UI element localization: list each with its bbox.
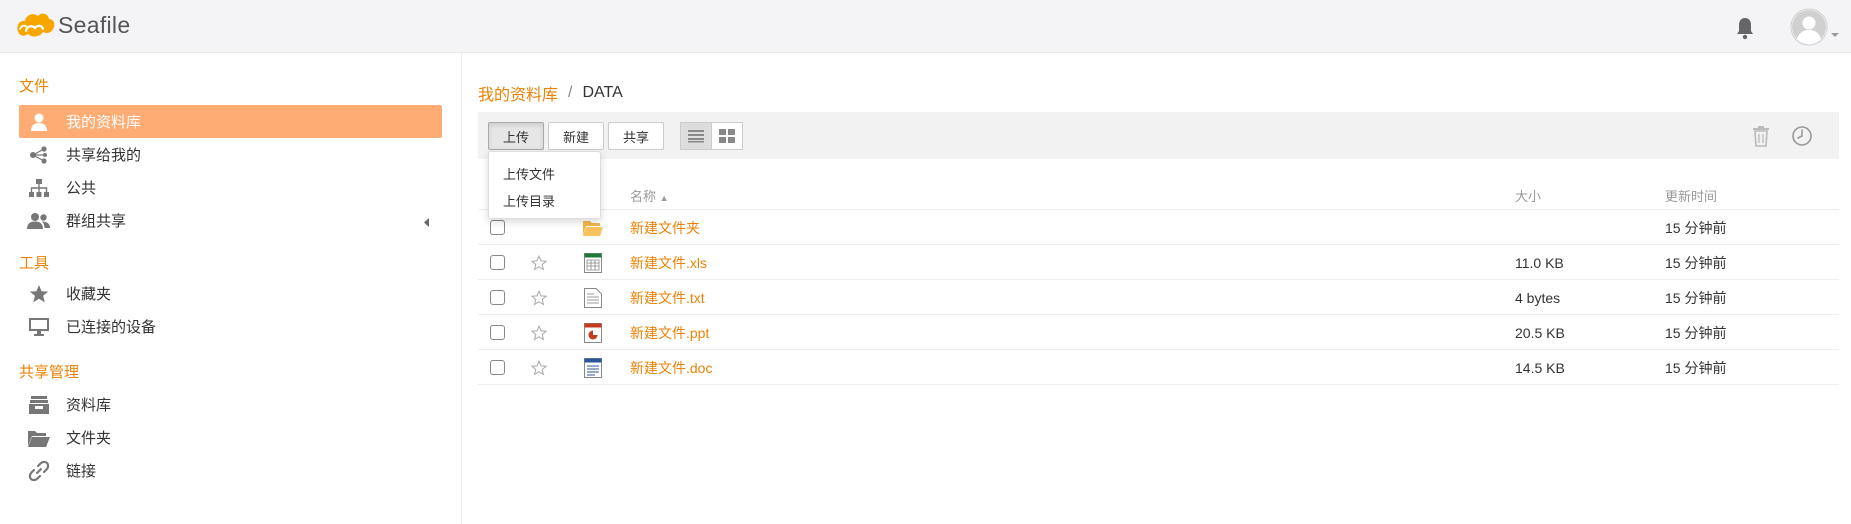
column-header-size: 大小 [1515,189,1542,204]
sidebar-item-links[interactable]: 链接 [19,454,442,487]
file-name-link[interactable]: 新建文件.doc [630,350,712,385]
sidebar-item-label: 共享给我的 [66,147,142,164]
row-select-checkbox[interactable] [490,245,505,280]
sidebar-item-my-libraries[interactable]: 我的资料库 [19,105,442,138]
row-select-checkbox[interactable] [490,315,505,350]
chevron-down-icon[interactable] [1830,25,1840,37]
column-header-name[interactable]: 名称 ▲ [630,186,669,205]
file-mtime: 15 分钟前 [1665,359,1727,376]
group-icon [19,204,59,237]
sidebar: 文件 我的资料库 共享给我的 公共 群组共享 工具 收藏夹 已连接的设备 共享管… [0,53,462,524]
sidebar-item-label: 收藏夹 [66,286,112,303]
checkbox[interactable] [490,220,505,235]
bell-icon[interactable] [1734,16,1756,40]
list-view-icon [688,130,704,143]
star-outline-icon[interactable] [531,280,547,315]
share-icon [19,138,59,171]
sidebar-item-label: 资料库 [66,397,112,414]
breadcrumb-current: DATA [582,84,623,101]
monitor-icon [19,310,59,343]
sidebar-item-label: 我的资料库 [66,114,142,131]
file-mtime: 15 分钟前 [1665,324,1727,341]
upload-folder-menu-item[interactable]: 上传目录 [503,191,555,210]
file-mtime: 15 分钟前 [1665,219,1727,236]
checkbox[interactable] [490,325,505,340]
checkbox[interactable] [490,360,505,375]
row-select-checkbox[interactable] [490,350,505,385]
sidebar-item-group-share[interactable]: 群组共享 [19,204,442,237]
trash-icon[interactable] [1748,123,1774,149]
sidebar-item-label: 已连接的设备 [66,319,157,336]
user-avatar-icon[interactable] [1790,8,1828,46]
sidebar-item-label: 文件夹 [66,430,112,447]
sidebar-heading-tools: 工具 [19,255,50,272]
star-icon [19,277,59,310]
excel-file-icon [584,245,602,280]
file-name-link[interactable]: 新建文件.txt [630,280,705,315]
column-header-mtime: 更新时间 [1665,189,1718,204]
star-outline-icon[interactable] [531,245,547,280]
caret-left-icon[interactable] [423,215,430,227]
table-row[interactable]: 新建文件.ppt 20.5 KB 15 分钟前 [478,315,1839,350]
history-clock-icon[interactable] [1789,123,1815,149]
folder-open-icon [19,421,59,454]
upload-button[interactable]: 上传 [488,122,544,150]
upload-dropdown-menu: 上传文件 上传目录 [488,151,601,219]
checkbox[interactable] [490,255,505,270]
column-header-name-label: 名称 [630,189,657,204]
sidebar-item-linked-devices[interactable]: 已连接的设备 [19,310,442,343]
sort-ascending-icon: ▲ [659,193,669,203]
sidebar-heading-files: 文件 [19,78,50,95]
file-mtime: 15 分钟前 [1665,254,1727,271]
file-table: 名称 ▲ 大小 更新时间 新建文件夹 15 分钟前 新建文件.xls 11.0 … [478,178,1839,385]
checkbox[interactable] [490,290,505,305]
sidebar-item-folders[interactable]: 文件夹 [19,421,442,454]
user-icon [19,105,59,138]
breadcrumb-root-link[interactable]: 我的资料库 [478,81,558,105]
table-row[interactable]: 新建文件.txt 4 bytes 15 分钟前 [478,280,1839,315]
sidebar-item-label: 公共 [66,180,97,197]
file-size: 11.0 KB [1515,254,1564,271]
link-icon [19,454,59,487]
table-row[interactable]: 新建文件.xls 11.0 KB 15 分钟前 [478,245,1839,280]
text-file-icon [584,280,602,315]
grid-view-icon [719,129,735,143]
toolbar: 上传 新建 共享 [478,112,1839,159]
seafile-logo-icon [17,13,55,37]
upload-file-menu-item[interactable]: 上传文件 [503,164,555,183]
breadcrumb-separator: / [568,84,573,101]
sidebar-item-favorites[interactable]: 收藏夹 [19,277,442,310]
sidebar-item-label: 链接 [66,463,97,480]
file-size: 20.5 KB [1515,324,1565,341]
file-size: 4 bytes [1515,289,1561,306]
library-icon [19,388,59,421]
word-file-icon [584,350,602,385]
sidebar-item-libraries[interactable]: 资料库 [19,388,442,421]
share-button[interactable]: 共享 [608,122,664,150]
sidebar-item-label: 群组共享 [66,213,127,230]
sidebar-item-shared-with-me[interactable]: 共享给我的 [19,138,442,171]
file-name-link[interactable]: 新建文件夹 [630,210,700,245]
top-header: Seafile [0,0,1851,53]
list-view-button[interactable] [680,122,712,150]
seafile-logo[interactable]: Seafile [14,7,130,43]
file-name-link[interactable]: 新建文件.ppt [630,315,709,350]
breadcrumb: 我的资料库 / DATA [478,81,623,105]
table-row[interactable]: 新建文件.doc 14.5 KB 15 分钟前 [478,350,1839,385]
table-row[interactable]: 新建文件夹 15 分钟前 [478,210,1839,245]
sidebar-heading-share-admin: 共享管理 [19,364,80,381]
new-button[interactable]: 新建 [548,122,604,150]
file-mtime: 15 分钟前 [1665,289,1727,306]
file-name-link[interactable]: 新建文件.xls [630,245,707,280]
star-outline-icon[interactable] [531,315,547,350]
row-select-checkbox[interactable] [490,280,505,315]
sidebar-item-public[interactable]: 公共 [19,171,442,204]
star-outline-icon[interactable] [531,350,547,385]
org-chart-icon [19,171,59,204]
powerpoint-file-icon [584,315,602,350]
grid-view-button[interactable] [711,122,743,150]
table-header: 名称 ▲ 大小 更新时间 [478,178,1839,210]
file-size: 14.5 KB [1515,359,1565,376]
logo-text: Seafile [58,11,131,38]
